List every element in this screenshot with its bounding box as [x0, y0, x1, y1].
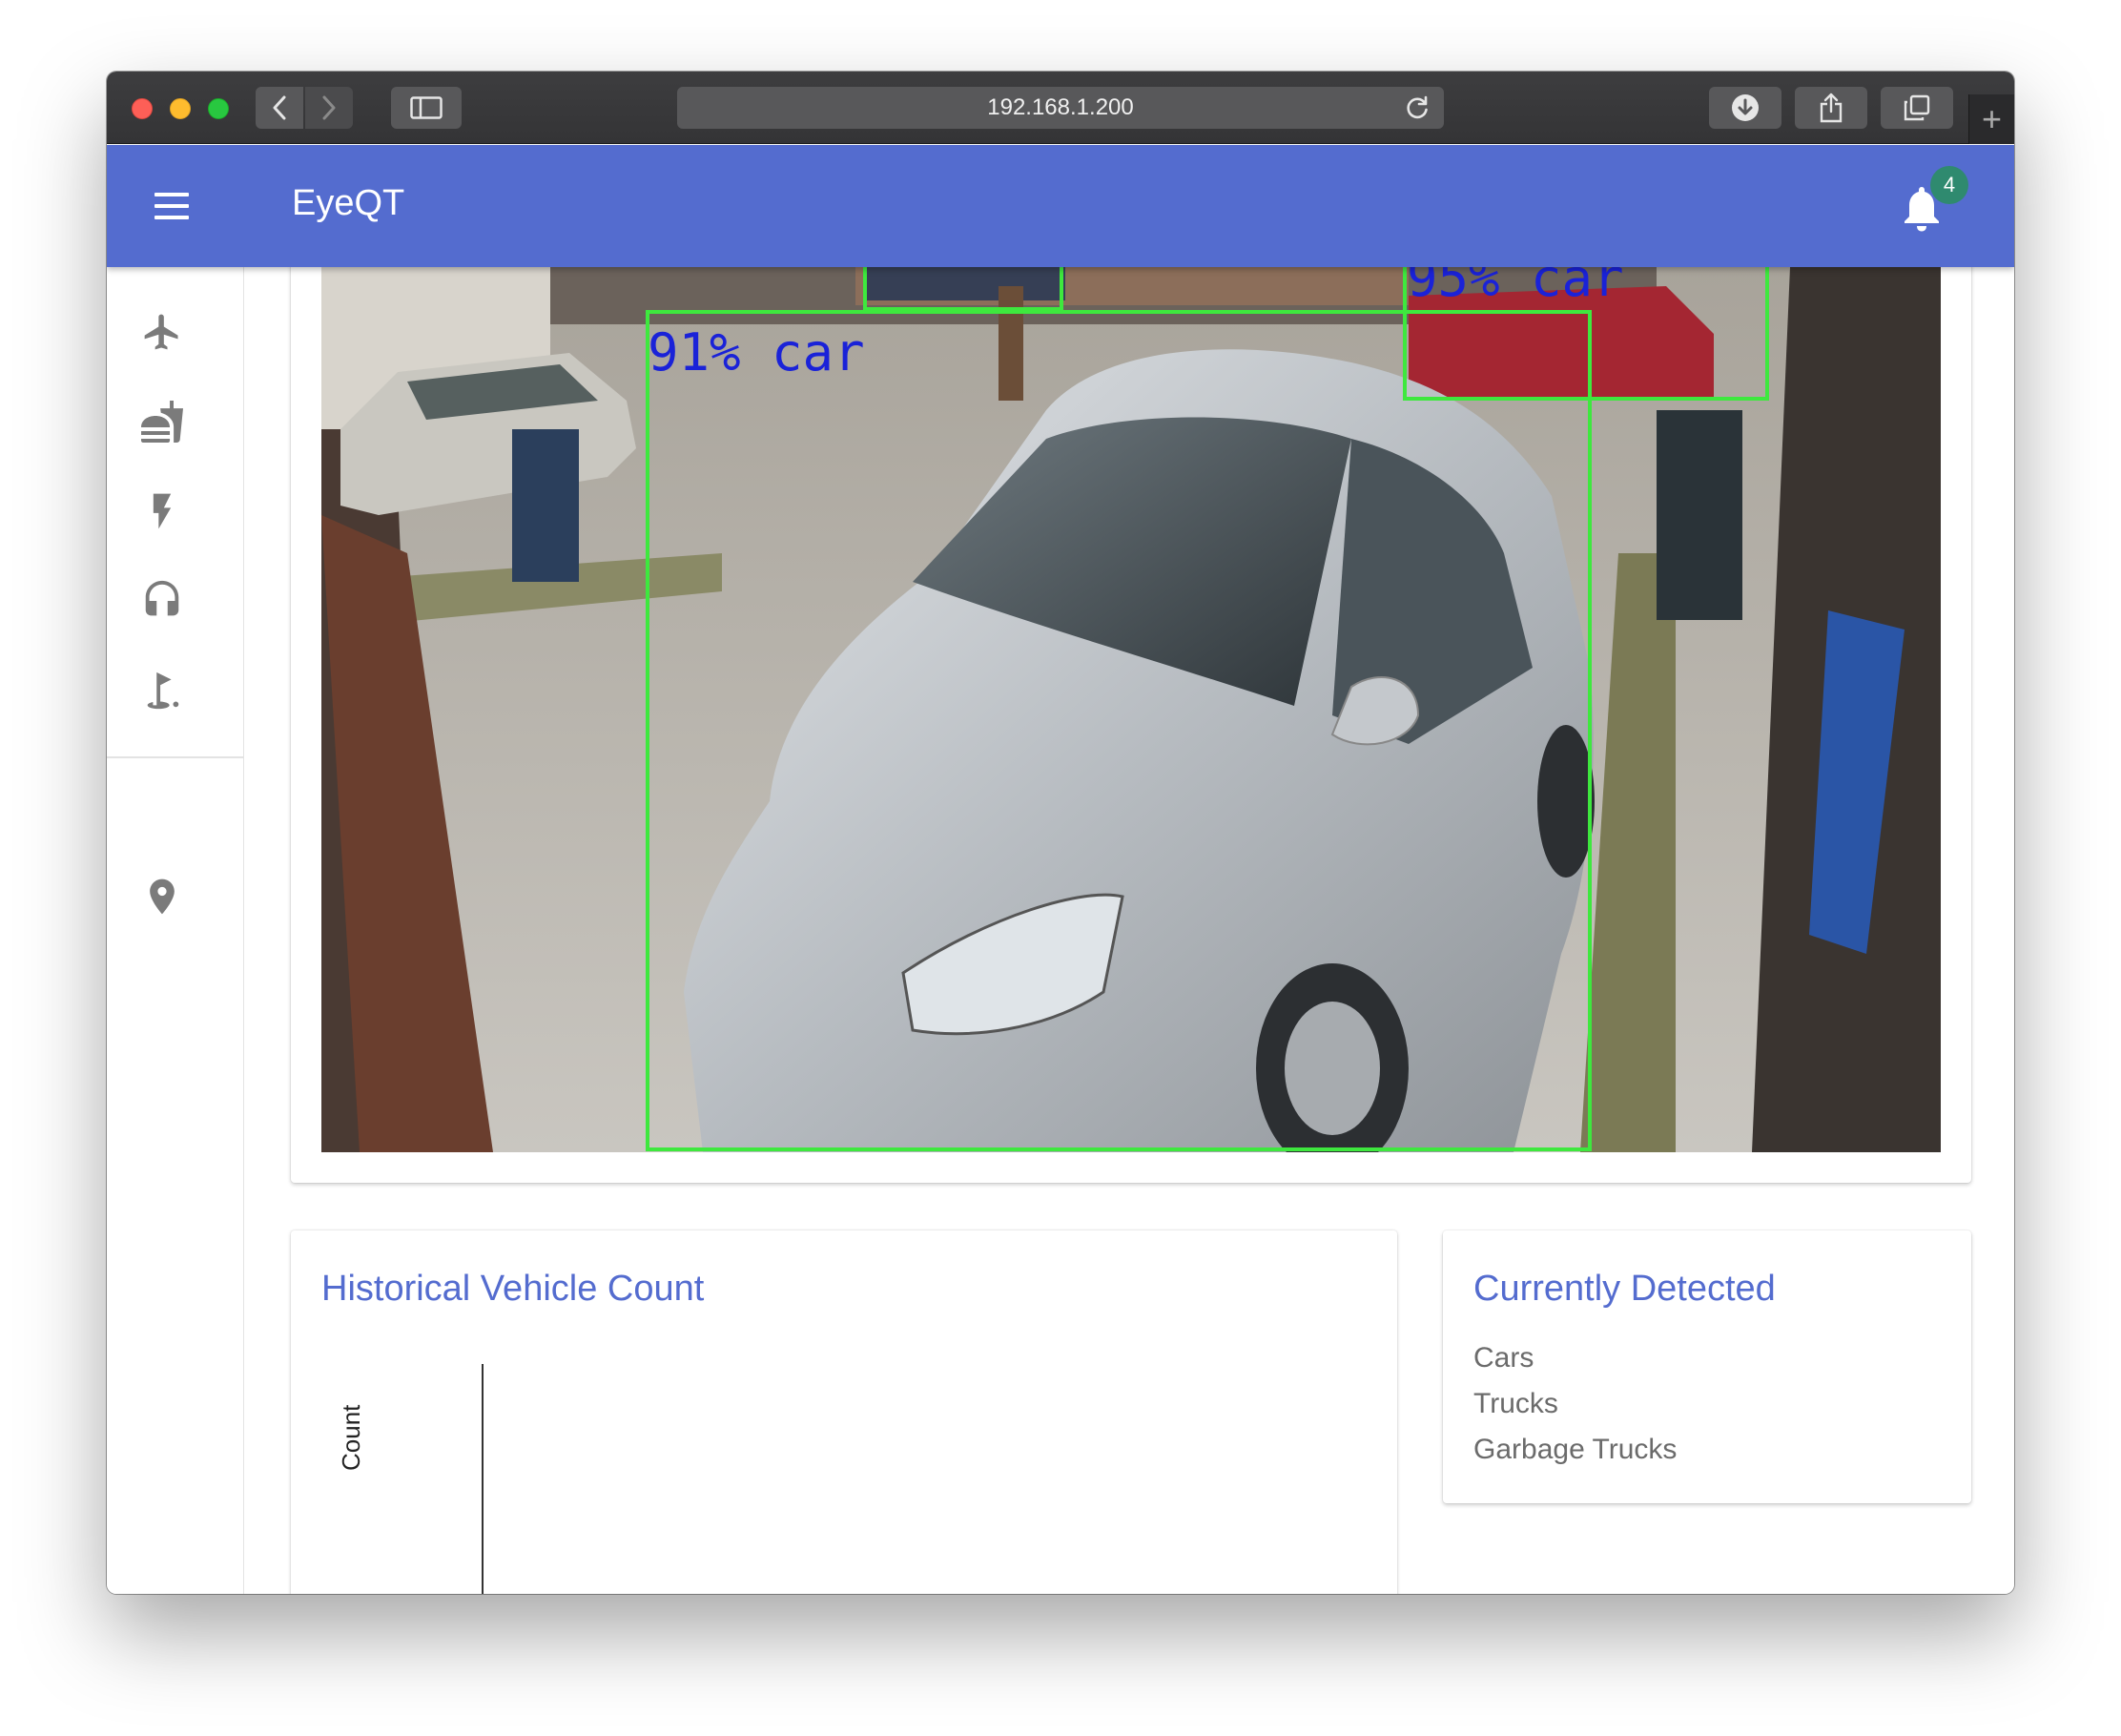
share-icon	[1820, 93, 1843, 123]
app-header: EyeQT 4	[107, 145, 2014, 267]
flash-icon[interactable]	[135, 485, 189, 538]
detection-label: 91% car	[648, 322, 865, 382]
close-window-button[interactable]	[132, 98, 153, 119]
zoom-window-button[interactable]	[208, 98, 229, 119]
list-item: Garbage Trucks	[1473, 1434, 1678, 1465]
rail-divider	[107, 756, 244, 758]
place-icon[interactable]	[135, 870, 189, 923]
headset-icon[interactable]	[135, 574, 189, 628]
sidebar-icon	[410, 96, 443, 119]
fastfood-icon[interactable]	[135, 395, 189, 448]
chevron-left-icon	[273, 95, 286, 120]
airplane-icon[interactable]	[135, 305, 189, 359]
list-item: Trucks	[1473, 1388, 1558, 1419]
main-content: 91% car 95% car Historical Vehicle Count…	[245, 267, 2014, 1594]
url-text: 192.168.1.200	[987, 94, 1134, 120]
currently-detected-card: Currently Detected Cars Trucks Garbage T…	[1443, 1230, 1971, 1503]
forward-button[interactable]	[305, 87, 353, 129]
golf-icon[interactable]	[135, 664, 189, 717]
camera-feed: 91% car 95% car	[321, 267, 1941, 1152]
back-button[interactable]	[256, 87, 303, 129]
detection-label: 95% car	[1407, 267, 1624, 308]
new-tab-button[interactable]: +	[1968, 94, 2014, 144]
browser-window: 192.168.1.200 + EyeQT 4 91% car 95% car …	[107, 72, 2014, 1594]
chevron-right-icon	[322, 95, 336, 120]
tab-overview-button[interactable]	[1881, 87, 1953, 129]
menu-icon[interactable]	[151, 185, 193, 227]
reload-icon[interactable]	[1404, 94, 1431, 121]
navigation-rail	[107, 267, 244, 1594]
y-axis	[482, 1364, 484, 1594]
notification-badge: 4	[1930, 166, 1968, 204]
download-icon	[1732, 94, 1759, 121]
list-item: Cars	[1473, 1342, 1534, 1374]
card-title: Currently Detected	[1473, 1269, 1776, 1309]
historical-count-card: Historical Vehicle Count Count	[291, 1230, 1397, 1594]
app-title: EyeQT	[292, 183, 405, 223]
sidebar-toggle-button[interactable]	[391, 87, 462, 129]
camera-card: 91% car 95% car	[291, 267, 1971, 1183]
detected-list: Cars Trucks Garbage Trucks	[1473, 1335, 1677, 1473]
share-button[interactable]	[1795, 87, 1867, 129]
tabs-icon	[1904, 94, 1930, 121]
minimize-window-button[interactable]	[170, 98, 191, 119]
y-axis-label: Count	[337, 1404, 365, 1471]
card-title: Historical Vehicle Count	[321, 1269, 705, 1309]
camera-image: 91% car 95% car	[321, 267, 1941, 1152]
downloads-button[interactable]	[1709, 87, 1781, 129]
browser-toolbar: 192.168.1.200 +	[107, 72, 2014, 144]
address-bar[interactable]: 192.168.1.200	[677, 87, 1444, 129]
